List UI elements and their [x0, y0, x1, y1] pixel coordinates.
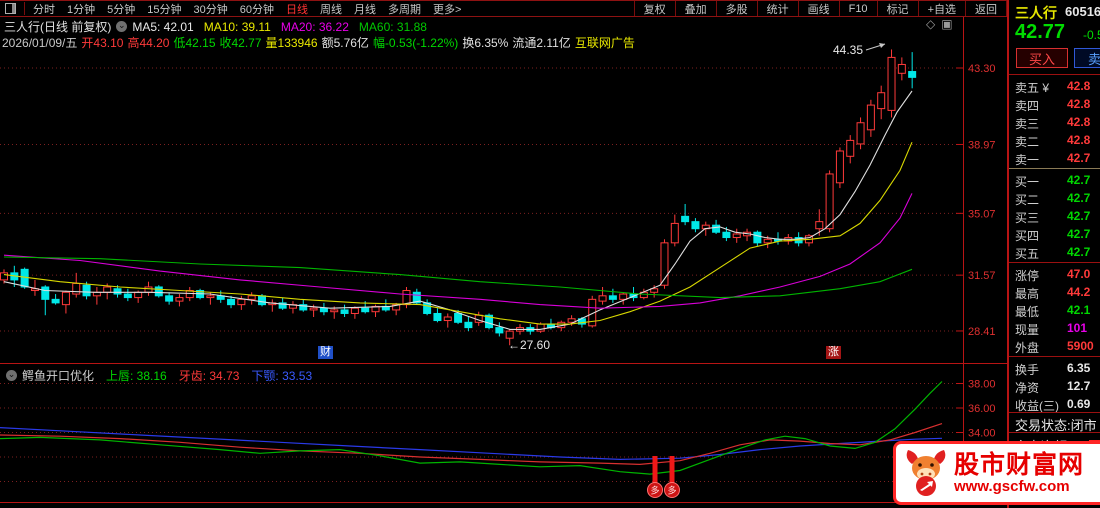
ask-row-value-4: 42.7: [1067, 151, 1091, 165]
bottom-border: [0, 502, 1007, 503]
stat2-row-value-0: 6.35: [1067, 361, 1091, 375]
indicator-collapse-icon[interactable]: ⌄: [6, 369, 17, 381]
ask-row-1[interactable]: 卖四 42.8: [1009, 96, 1100, 114]
stat-row-3: 现量 101: [1009, 320, 1100, 338]
divider: [1009, 74, 1100, 75]
divider: [1009, 412, 1100, 413]
ask-row-label-3: 卖二: [1015, 135, 1040, 149]
quote-panel: 三人行 605168 42.77 -0.53 -1.22% 买入 卖出 卖五 ¥…: [1007, 0, 1100, 508]
buy-button[interactable]: 买入: [1016, 48, 1068, 68]
ask-row-2[interactable]: 卖三 42.8: [1009, 114, 1100, 132]
stat2-row-value-1: 12.7: [1067, 379, 1091, 393]
sub-chart-region[interactable]: [0, 386, 963, 502]
stock-code: 605168: [1065, 4, 1100, 19]
stat-row-4: 外盘 5900: [1009, 338, 1100, 356]
bid-row-label-1: 买二: [1015, 193, 1040, 207]
bid-row-3[interactable]: 买四 42.7: [1009, 226, 1100, 244]
svg-text:38.00: 38.00: [968, 379, 996, 391]
svg-text:36.00: 36.00: [968, 403, 996, 415]
bid-row-4[interactable]: 买五 42.7: [1009, 244, 1100, 262]
bid-row-value-0: 42.7: [1067, 173, 1091, 187]
indicator-field-牙齿: 牙齿: 34.73: [178, 368, 240, 383]
bull-logo-icon: [906, 450, 946, 496]
stat2-row-0: 换手 6.35: [1009, 360, 1100, 378]
stat-row-label-4: 外盘: [1015, 341, 1040, 355]
chart-corner-icons: ◇▣: [926, 17, 959, 31]
stat-row-value-3: 101: [1067, 321, 1088, 335]
bid-ask-divider: [1009, 168, 1100, 169]
bid-row-value-1: 42.7: [1067, 191, 1091, 205]
ask-row-4[interactable]: 卖一 42.7: [1009, 150, 1100, 168]
split-window-icon[interactable]: ▣: [941, 17, 958, 31]
indicator-field-上唇: 上唇: 38.16: [106, 368, 167, 383]
stock-name: 三人行: [1015, 5, 1057, 21]
ask-row-label-1: 卖四: [1015, 99, 1040, 113]
ask-row-value-3: 42.8: [1067, 133, 1091, 147]
svg-text:34.00: 34.00: [968, 428, 996, 440]
last-price: 42.77: [1015, 21, 1066, 43]
watermark-url: www.gscfw.com: [954, 477, 1070, 495]
bid-row-value-2: 42.7: [1067, 209, 1091, 223]
indicator-values: 上唇: 38.16 牙齿: 34.73 下颚: 33.53: [106, 367, 324, 384]
panel-separator: [0, 363, 1007, 364]
svg-text:35.07: 35.07: [968, 208, 996, 220]
bid-row-label-2: 买三: [1015, 211, 1040, 225]
trade-status-value: 闭市: [1070, 418, 1097, 433]
watermark: 股市财富网 www.gscfw.com: [893, 441, 1100, 505]
watermark-title: 股市财富网: [954, 450, 1085, 479]
stat2-row-1: 净资 12.7: [1009, 378, 1100, 396]
diamond-icon[interactable]: ◇: [926, 17, 941, 31]
ask-row-0[interactable]: 卖五 ¥ 42.8: [1009, 78, 1100, 96]
svg-text:31.57: 31.57: [968, 270, 996, 282]
bid-row-2[interactable]: 买三 42.7: [1009, 208, 1100, 226]
stat-row-0: 涨停 47.0: [1009, 266, 1100, 284]
stat-row-value-2: 42.1: [1067, 303, 1091, 317]
ask-row-value-1: 42.8: [1067, 97, 1091, 111]
svg-text:43.30: 43.30: [968, 63, 996, 75]
indicator-header: ⌄ 鳄鱼开口优化 上唇: 38.16 牙齿: 34.73 下颚: 33.53: [0, 366, 963, 384]
price-change: -0.53: [1083, 28, 1100, 42]
axis-line: [963, 17, 964, 503]
svg-text:38.97: 38.97: [968, 139, 996, 151]
ask-row-value-2: 42.8: [1067, 115, 1091, 129]
ask-row-3[interactable]: 卖二 42.8: [1009, 132, 1100, 150]
indicator-title: 鳄鱼开口优化: [22, 368, 95, 383]
stat-row-label-2: 最低: [1015, 305, 1040, 319]
svg-text:28.41: 28.41: [968, 326, 996, 338]
ask-row-value-0: 42.8: [1067, 79, 1091, 93]
indicator-field-下颚: 下颚: 33.53: [251, 368, 313, 383]
bid-row-value-3: 42.7: [1067, 227, 1091, 241]
stat-row-1: 最高 44.2: [1009, 284, 1100, 302]
divider: [1009, 432, 1100, 433]
divider: [1009, 262, 1100, 263]
stat-row-2: 最低 42.1: [1009, 302, 1100, 320]
bid-row-label-4: 买五: [1015, 247, 1040, 261]
app-window: 分时 1分钟 5分钟 15分钟 30分钟 60分钟 日线 周线 月线 多周期 更多> 复权 叠加 多股统…: [0, 0, 1100, 508]
stat-row-value-4: 5900: [1067, 339, 1094, 353]
bid-row-1[interactable]: 买二 42.7: [1009, 190, 1100, 208]
stat-row-label-0: 涨停: [1015, 269, 1040, 283]
stat-row-value-1: 44.2: [1067, 285, 1091, 299]
bid-row-label-0: 买一: [1015, 175, 1040, 189]
stat-row-value-0: 47.0: [1067, 267, 1091, 281]
divider: [1009, 356, 1100, 357]
stat2-row-label-0: 换手: [1015, 363, 1040, 377]
stat-row-label-3: 现量: [1015, 323, 1040, 337]
ask-row-label-0: 卖五 ¥: [1015, 81, 1050, 95]
badge-cai[interactable]: 财: [318, 346, 333, 359]
stat2-row-label-1: 净资: [1015, 381, 1040, 395]
bid-row-value-4: 42.7: [1067, 245, 1091, 259]
ask-row-label-2: 卖三: [1015, 117, 1040, 131]
stat-row-label-1: 最高: [1015, 287, 1040, 301]
stat2-row-value-2: 0.69: [1067, 397, 1091, 411]
ask-row-label-4: 卖一: [1015, 153, 1040, 167]
badge-zhang[interactable]: 涨: [826, 346, 841, 359]
sell-button[interactable]: 卖出: [1074, 48, 1100, 68]
bid-row-0[interactable]: 买一 42.7: [1009, 172, 1100, 190]
bid-row-label-3: 买四: [1015, 229, 1040, 243]
main-chart-region[interactable]: [0, 52, 963, 362]
